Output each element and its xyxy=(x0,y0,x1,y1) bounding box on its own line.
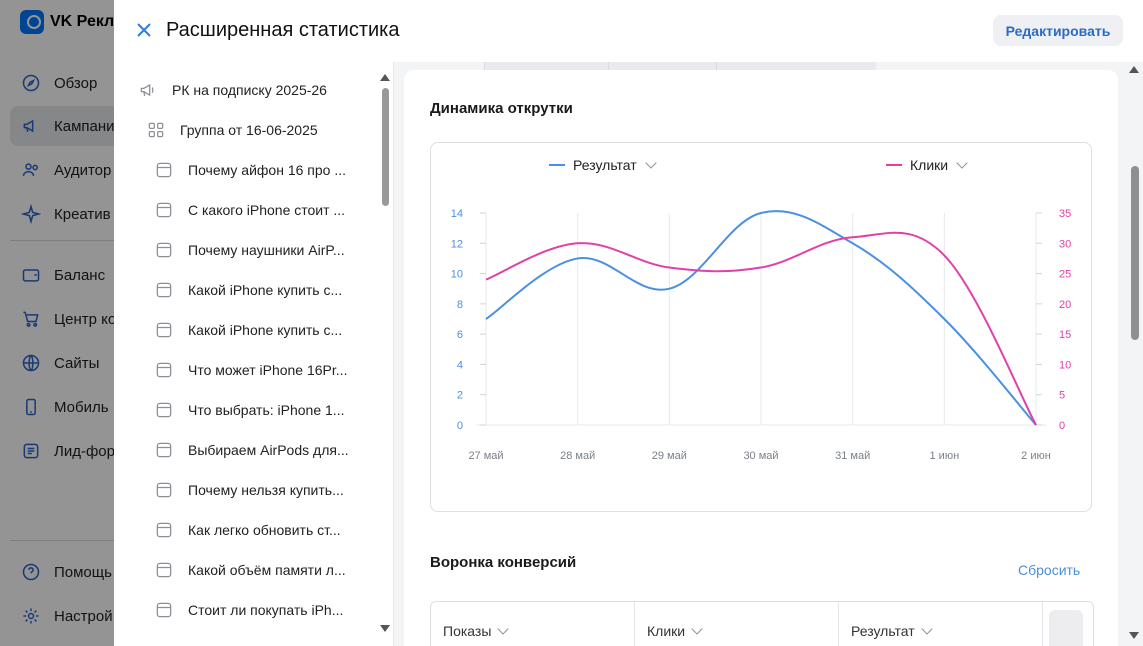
y-left-tick-label: 10 xyxy=(451,269,463,281)
ad-card-icon xyxy=(156,322,172,338)
tree-item-label: Какой объём памяти л... xyxy=(188,562,346,578)
y-right-tick-label: 10 xyxy=(1059,359,1071,371)
ad-card-icon xyxy=(156,242,172,258)
ad-card-icon xyxy=(156,282,172,298)
funnel-column-clicks[interactable]: Клики xyxy=(635,602,839,646)
close-icon xyxy=(137,23,151,37)
page-scroll-up-arrow[interactable] xyxy=(1129,66,1139,73)
ad-card-icon xyxy=(156,562,172,578)
dynamics-chart: Результат Клики 0 2 4 6 8 10 12 14 0 5 10 15 20 25 30 3… xyxy=(430,142,1092,512)
y-right-tick-label: 0 xyxy=(1059,420,1065,432)
tree-scroll-up-arrow[interactable] xyxy=(380,74,390,81)
ad-card-icon xyxy=(156,402,172,418)
y-right-tick-label: 5 xyxy=(1059,390,1065,402)
tree-item-label: Какой iPhone купить с... xyxy=(188,282,343,298)
y-right-tick-label: 20 xyxy=(1059,299,1071,311)
tree-item-ad[interactable]: Стоит ли покупать iPh... xyxy=(154,590,343,630)
tree-item-ad[interactable]: Выбираем AirPods для... xyxy=(154,430,349,470)
ad-card-icon xyxy=(156,482,172,498)
tree-item-ad[interactable]: Почему нельзя купить... xyxy=(154,470,344,510)
ad-card-icon xyxy=(156,202,172,218)
tree-item-label: Какой iPhone купить с... xyxy=(188,322,343,338)
tree-item-group[interactable]: Группа от 16-06-2025 xyxy=(146,110,318,150)
y-left-tick-label: 14 xyxy=(451,208,463,220)
tree-item-campaign[interactable]: РК на подписку 2025-26 xyxy=(138,70,327,110)
panel-title: Расширенная статистика xyxy=(166,19,400,41)
tree-item-label: Что выбрать: iPhone 1... xyxy=(188,402,345,418)
grid-icon xyxy=(148,122,164,138)
ad-card-icon xyxy=(156,162,172,178)
x-tick-label: 2 июн xyxy=(1021,450,1051,462)
ad-card-icon xyxy=(156,442,172,458)
tree-item-label: Что может iPhone 16Pr... xyxy=(188,362,348,378)
y-left-tick-label: 12 xyxy=(451,238,463,250)
tree-scroll-down-arrow[interactable] xyxy=(380,625,390,632)
column-label: Результат xyxy=(851,623,915,639)
reset-link[interactable]: Сбросить xyxy=(1018,562,1080,578)
panel-divider xyxy=(394,62,404,646)
x-tick-label: 30 май xyxy=(743,450,778,462)
tree-item-ad[interactable]: Что может iPhone 16Pr... xyxy=(154,350,347,390)
y-left-tick-label: 2 xyxy=(457,390,463,402)
tree-item-ad[interactable]: Какой iPhone купить с... xyxy=(154,310,342,350)
y-left-tick-label: 0 xyxy=(457,420,463,432)
tree-scrollbar-thumb[interactable] xyxy=(382,88,389,206)
y-right-tick-label: 25 xyxy=(1059,269,1071,281)
tree-item-label: С какого iPhone стоит ... xyxy=(188,202,346,218)
tree-item-ad[interactable]: С какого iPhone стоит ... xyxy=(154,190,345,230)
tree-item-ad[interactable]: Какой объём памяти л... xyxy=(154,550,346,590)
ad-card-icon xyxy=(156,362,172,378)
x-tick-label: 1 июн xyxy=(930,450,960,462)
funnel-column-result[interactable]: Результат xyxy=(839,602,1043,646)
chart-plot: 0 2 4 6 8 10 12 14 0 5 10 15 20 25 30 35 27 май 28 май 29 … xyxy=(451,208,1072,462)
column-label: Клики xyxy=(647,623,686,639)
stats-content: Динамика открутки Результат Клики 0 2 4 6 8 1… xyxy=(404,62,1126,646)
x-tick-label: 27 май xyxy=(468,450,503,462)
tree-item-ad[interactable]: Что выбрать: iPhone 1... xyxy=(154,390,344,430)
page-scrollbar-thumb[interactable] xyxy=(1131,166,1139,340)
edit-button[interactable]: Редактировать xyxy=(993,15,1123,46)
x-tick-label: 28 май xyxy=(560,450,595,462)
y-left-tick-label: 8 xyxy=(457,299,463,311)
tree-item-label: Почему нельзя купить... xyxy=(188,482,344,498)
y-left-tick-label: 4 xyxy=(457,359,463,371)
funnel-table: Показы Клики Результат xyxy=(430,601,1094,646)
add-column-button[interactable] xyxy=(1049,610,1083,646)
ad-card-icon xyxy=(156,522,172,538)
tree-item-ad[interactable]: Какой iPhone купить с... xyxy=(154,270,342,310)
chevron-down-icon xyxy=(497,623,510,635)
tree-item-label: Почему наушники AirP... xyxy=(188,242,345,258)
chevron-down-icon xyxy=(691,623,703,635)
y-right-tick-label: 30 xyxy=(1059,238,1071,250)
ad-card-icon xyxy=(156,602,172,618)
y-left-tick-label: 6 xyxy=(457,329,463,341)
megaphone-icon xyxy=(140,83,154,97)
campaign-tree: РК на подписку 2025-26 Группа от 16-06-2… xyxy=(114,62,394,646)
close-button[interactable] xyxy=(134,20,154,40)
column-label: Показы xyxy=(443,623,492,639)
funnel-column-impressions[interactable]: Показы xyxy=(431,602,635,646)
tree-item-ad[interactable]: Как легко обновить ст... xyxy=(154,510,341,550)
tree-item-label: Как легко обновить ст... xyxy=(188,522,341,538)
x-tick-label: 29 май xyxy=(652,450,687,462)
stats-card: Динамика открутки Результат Клики 0 2 4 6 8 1… xyxy=(404,70,1118,646)
tree-item-label: РК на подписку 2025-26 xyxy=(172,82,327,98)
tree-item-label: Выбираем AirPods для... xyxy=(188,442,349,458)
tree-item-label: Стоит ли покупать iPh... xyxy=(188,602,344,618)
dynamics-title: Динамика открутки xyxy=(430,100,573,117)
extended-stats-panel: Расширенная статистика Редактировать РК … xyxy=(114,0,1143,646)
x-tick-label: 31 май xyxy=(835,450,870,462)
panel-header: Расширенная статистика Редактировать xyxy=(114,0,1143,62)
tree-item-label: Группа от 16-06-2025 xyxy=(180,122,318,138)
tree-item-ad[interactable]: Почему айфон 16 про ... xyxy=(154,150,346,190)
funnel-title: Воронка конверсий xyxy=(430,554,577,571)
page-scroll-down-arrow[interactable] xyxy=(1129,632,1139,639)
y-right-tick-label: 15 xyxy=(1059,329,1071,341)
y-right-tick-label: 35 xyxy=(1059,208,1071,220)
tree-item-label: Почему айфон 16 про ... xyxy=(188,162,346,178)
tree-item-ad[interactable]: Почему наушники AirP... xyxy=(154,230,345,270)
chevron-down-icon xyxy=(921,623,933,635)
